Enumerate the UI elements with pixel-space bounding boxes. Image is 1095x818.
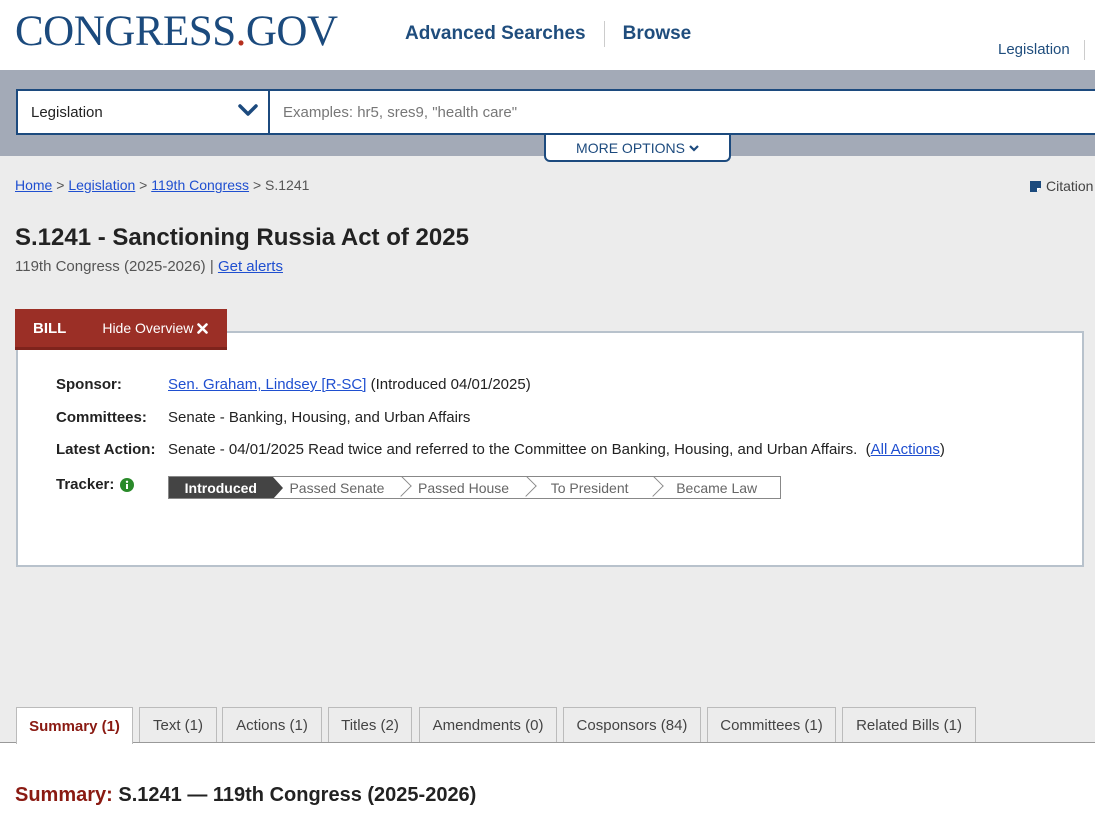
nav-divider <box>603 21 605 47</box>
page-title: S.1241 - Sanctioning Russia Act of 2025 <box>15 224 469 251</box>
latest-action-value: Senate - 04/01/2025 Read twice and refer… <box>168 441 945 458</box>
breadcrumb-separator: > <box>56 177 65 193</box>
collection-select-value: Legislation <box>31 103 103 121</box>
summary-section: Summary: S.1241 — 119th Congress (2025-2… <box>0 743 1095 818</box>
bill-tracker: Introduced Passed Senate Passed House To… <box>168 476 781 499</box>
site-header: CONGRESS.GOV Advanced Searches Browse Le… <box>0 0 1095 70</box>
hide-overview-button[interactable]: Hide Overview <box>102 320 209 336</box>
chevron-down-icon <box>238 104 258 116</box>
committees-label: Committees: <box>56 409 147 426</box>
search-band: Legislation MORE OPTIONS <box>0 70 1095 162</box>
tracker-label-group: Tracker: <box>56 476 135 493</box>
more-options-label: MORE OPTIONS <box>576 139 685 156</box>
overview-panel: Sponsor: Sen. Graham, Lindsey [R-SC] (In… <box>16 331 1084 567</box>
nav-legislation-link[interactable]: Legislation <box>998 41 1070 58</box>
info-icon[interactable] <box>120 477 135 492</box>
note-icon <box>1030 180 1041 192</box>
tracker-step-passed-house: Passed House <box>401 477 526 498</box>
nav-advanced-searches[interactable]: Advanced Searches <box>405 23 586 45</box>
get-alerts-link[interactable]: Get alerts <box>218 258 283 275</box>
tracker-step-became-law: Became Law <box>676 479 758 496</box>
tab-cosponsors[interactable]: Cosponsors (84) <box>563 707 701 743</box>
more-options-button[interactable]: MORE OPTIONS <box>544 135 731 162</box>
committees-value: Senate - Banking, Housing, and Urban Aff… <box>168 409 471 426</box>
all-actions-link[interactable]: All Actions <box>871 441 940 458</box>
sponsor-introduced: (Introduced 04/01/2025) <box>370 376 531 393</box>
breadcrumb-separator: > <box>252 177 262 193</box>
tab-amendments[interactable]: Amendments (0) <box>419 707 557 743</box>
hide-overview-label: Hide Overview <box>102 320 194 336</box>
tab-titles[interactable]: Titles (2) <box>328 707 412 743</box>
bill-tab-label: BILL <box>33 319 67 337</box>
breadcrumb-home[interactable]: Home <box>15 177 52 193</box>
collection-select[interactable]: Legislation <box>16 89 270 135</box>
tab-actions[interactable]: Actions (1) <box>222 707 322 743</box>
sponsor-link[interactable]: Sen. Graham, Lindsey [R-SC] <box>168 376 366 393</box>
nav-right-divider <box>1084 40 1085 60</box>
close-icon <box>197 322 209 334</box>
summary-heading-value: S.1241 — 119th Congress (2025-2026) <box>118 784 477 806</box>
tab-summary[interactable]: Summary (1) <box>16 707 133 744</box>
breadcrumb-legislation[interactable]: Legislation <box>68 177 135 193</box>
logo-text-main: CONGRESS <box>15 8 236 55</box>
tracker-step-to-president: To President <box>526 477 654 498</box>
tracker-label: Tracker: <box>56 476 115 493</box>
main-nav: Advanced Searches Browse <box>405 21 691 47</box>
logo-dot: . <box>235 8 247 55</box>
nav-browse[interactable]: Browse <box>623 23 692 45</box>
sponsor-label: Sponsor: <box>56 376 122 393</box>
summary-heading-label: Summary: <box>15 784 113 806</box>
breadcrumb-current: S.1241 <box>265 177 310 193</box>
congress-line: 119th Congress (2025-2026) | Get alerts <box>15 258 283 275</box>
congress-session: 119th Congress (2025-2026) <box>15 258 206 275</box>
breadcrumb-separator: > <box>139 177 148 193</box>
tab-committees[interactable]: Committees (1) <box>707 707 836 743</box>
breadcrumb: Home > Legislation > 119th Congress > S.… <box>15 177 309 193</box>
latest-action-text: Senate - 04/01/2025 Read twice and refer… <box>168 441 858 458</box>
bill-overview-tab: BILL Hide Overview <box>15 309 227 350</box>
breadcrumb-congress[interactable]: 119th Congress <box>151 177 249 193</box>
pipe-separator: | <box>209 258 214 275</box>
sponsor-value: Sen. Graham, Lindsey [R-SC] (Introduced … <box>168 376 531 393</box>
tracker-step-passed-senate: Passed Senate <box>273 477 402 498</box>
tracker-step-introduced: Introduced <box>169 477 283 498</box>
search-input[interactable] <box>270 89 1095 135</box>
tab-related-bills[interactable]: Related Bills (1) <box>842 707 976 743</box>
summary-heading: Summary: S.1241 — 119th Congress (2025-2… <box>15 784 476 807</box>
tab-text[interactable]: Text (1) <box>139 707 217 743</box>
latest-action-label: Latest Action: <box>56 441 156 458</box>
congress-gov-logo[interactable]: CONGRESS.GOV <box>15 10 338 54</box>
citation-label: Citation <box>1046 178 1094 194</box>
paren-close: ) <box>939 441 945 458</box>
chevron-down-icon <box>689 144 699 152</box>
citation-button[interactable]: Citation <box>1029 178 1093 194</box>
logo-text-tld: GOV <box>245 8 338 55</box>
